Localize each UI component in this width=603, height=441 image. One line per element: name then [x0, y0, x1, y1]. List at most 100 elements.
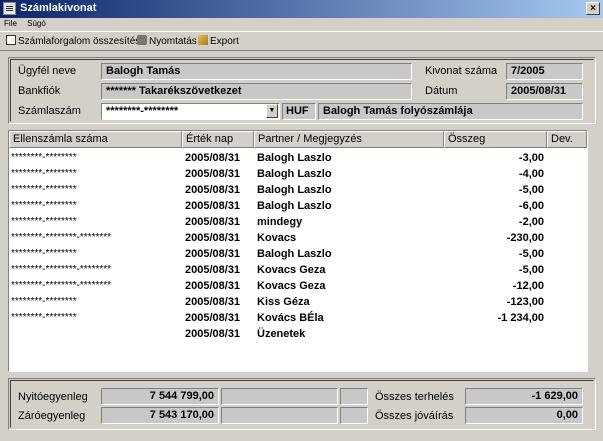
cell-account: ********-********: [11, 168, 77, 179]
cell-partner: Üzenetek: [257, 328, 306, 340]
column-header-value-date[interactable]: Érték nap: [182, 131, 254, 148]
blank-field: [340, 388, 368, 405]
cell-account: [11, 326, 181, 342]
cell-value-date: 2005/08/31: [185, 216, 241, 228]
cell-amount: -5,00: [518, 184, 544, 196]
branch-field: ******* Takarékszövetkezet: [101, 83, 412, 100]
cell-account: ********-********-********: [11, 232, 112, 243]
cell-partner: Balogh Laszlo: [257, 200, 332, 212]
table-row[interactable]: ********-******** 2005/08/31 Balogh Laszlo…: [9, 246, 587, 262]
cell-partner: Balogh Laszlo: [257, 248, 332, 260]
cell-account: ********-********: [11, 184, 77, 195]
column-header-currency[interactable]: Dev.: [547, 131, 587, 148]
cell-amount: -4,00: [518, 168, 544, 180]
opening-balance-field: 7 544 799,00: [101, 388, 219, 405]
cell-account: ********-********: [11, 312, 77, 323]
statement-label: Kivonat száma: [425, 65, 498, 77]
cell-amount: -12,00: [512, 280, 544, 292]
cell-value-date: 2005/08/31: [185, 168, 241, 180]
date-field: 2005/08/31: [506, 83, 583, 100]
menu-file[interactable]: File: [4, 18, 17, 30]
blank-field: [221, 388, 338, 405]
cell-partner: Balogh Laszlo: [257, 184, 332, 196]
print-button[interactable]: Nyomtatás: [137, 35, 197, 49]
date-label: Dátum: [425, 85, 458, 97]
close-button[interactable]: ×: [586, 2, 600, 15]
total-debit-label: Összes terhelés: [375, 391, 454, 403]
cell-account: ********-********: [11, 200, 77, 211]
menu-bar: File Súgó: [0, 18, 603, 30]
column-header-account[interactable]: Ellenszámla száma: [9, 131, 182, 148]
cell-partner: Kovacs Geza: [257, 280, 326, 292]
title-bar[interactable]: Számlakivonat ×: [0, 0, 603, 18]
opening-balance-label: Nyitóegyenleg: [18, 391, 88, 403]
cell-amount: -1 234,00: [497, 312, 544, 324]
cell-amount: -3,00: [518, 152, 544, 164]
window-title: Számlakivonat: [20, 2, 97, 14]
table-row[interactable]: ********-******** 2005/08/31 Balogh Laszlo…: [9, 150, 587, 166]
cell-value-date: 2005/08/31: [185, 328, 241, 340]
cell-account: ********-********: [11, 216, 77, 227]
cell-partner: Kovacs: [257, 232, 297, 244]
transactions-table[interactable]: Ellenszámla száma Érték nap Partner / Me…: [8, 130, 588, 372]
cell-value-date: 2005/08/31: [185, 312, 241, 324]
account-label: Számlaszám: [18, 105, 81, 117]
cell-account: ********-********: [11, 296, 77, 307]
total-credit-field: 0,00: [465, 407, 583, 424]
table-row[interactable]: ********-******** 2005/08/31 Balogh Laszlo…: [9, 182, 587, 198]
cell-value-date: 2005/08/31: [185, 200, 241, 212]
table-row[interactable]: ********-******** 2005/08/31 Balogh Laszlo…: [9, 166, 587, 182]
currency-field: HUF: [282, 103, 316, 120]
column-header-amount[interactable]: Összeg: [444, 131, 547, 148]
table-row[interactable]: 2005/08/31 Üzenetek: [9, 326, 587, 342]
cell-amount: -5,00: [518, 248, 544, 260]
closing-balance-label: Záróegyenleg: [18, 410, 86, 422]
cell-value-date: 2005/08/31: [185, 264, 241, 276]
cell-partner: Balogh Laszlo: [257, 168, 332, 180]
cell-value-date: 2005/08/31: [185, 232, 241, 244]
cell-amount: -230,00: [506, 232, 544, 244]
printer-icon: [137, 35, 147, 45]
menu-help[interactable]: Súgó: [27, 18, 46, 30]
table-row[interactable]: ********-********-******** 2005/08/31 Kova…: [9, 230, 587, 246]
summary-button[interactable]: Számlaforgalom összesítése: [6, 35, 146, 49]
toolbar: Számlaforgalom összesítése Nyomtatás Exp…: [0, 31, 603, 51]
blank-field: [221, 407, 338, 424]
cell-amount: -2,00: [518, 216, 544, 228]
cell-amount: -5,00: [518, 264, 544, 276]
statement-field: 7/2005: [506, 63, 583, 80]
account-combo[interactable]: ********-********: [101, 103, 280, 120]
table-row[interactable]: ********-******** 2005/08/31 Kiss Géza -123…: [9, 294, 587, 310]
table-row[interactable]: ********-********-******** 2005/08/31 Kova…: [9, 278, 587, 294]
export-button[interactable]: Export: [198, 35, 239, 49]
table-row[interactable]: ********-******** 2005/08/31 mindegy -2,00: [9, 214, 587, 230]
cell-partner: mindegy: [257, 216, 303, 228]
cell-account: ********-********: [11, 152, 77, 163]
table-row[interactable]: ********-********-******** 2005/08/31 Kova…: [9, 262, 587, 278]
summary-icon: [6, 35, 16, 45]
client-field: Balogh Tamás: [101, 63, 412, 80]
cell-partner: Kiss Géza: [257, 296, 310, 308]
blank-field: [340, 407, 368, 424]
cell-account: ********-********-********: [11, 264, 112, 275]
branch-label: Bankfiók: [18, 85, 61, 97]
cell-partner: Kovacs Geza: [257, 264, 326, 276]
cell-value-date: 2005/08/31: [185, 296, 241, 308]
table-row[interactable]: ********-******** 2005/08/31 Balogh Laszlo…: [9, 198, 587, 214]
cell-value-date: 2005/08/31: [185, 248, 241, 260]
account-desc-field: Balogh Tamás folyószámlája: [318, 103, 583, 120]
cell-account: ********-********-********: [11, 280, 112, 291]
chevron-down-icon[interactable]: ▼: [266, 104, 278, 118]
cell-partner: Kovács BÉla: [257, 312, 324, 324]
cell-value-date: 2005/08/31: [185, 280, 241, 292]
cell-amount: [446, 326, 544, 342]
cell-partner: Balogh Laszlo: [257, 152, 332, 164]
client-label: Ügyfél neve: [18, 65, 77, 77]
closing-balance-field: 7 543 170,00: [101, 407, 219, 424]
cell-amount: -6,00: [518, 200, 544, 212]
export-icon: [198, 35, 208, 45]
column-header-partner[interactable]: Partner / Megjegyzés: [254, 131, 444, 148]
app-icon: [3, 2, 16, 15]
table-row[interactable]: ********-******** 2005/08/31 Kovács BÉla -1…: [9, 310, 587, 326]
cell-value-date: 2005/08/31: [185, 152, 241, 164]
